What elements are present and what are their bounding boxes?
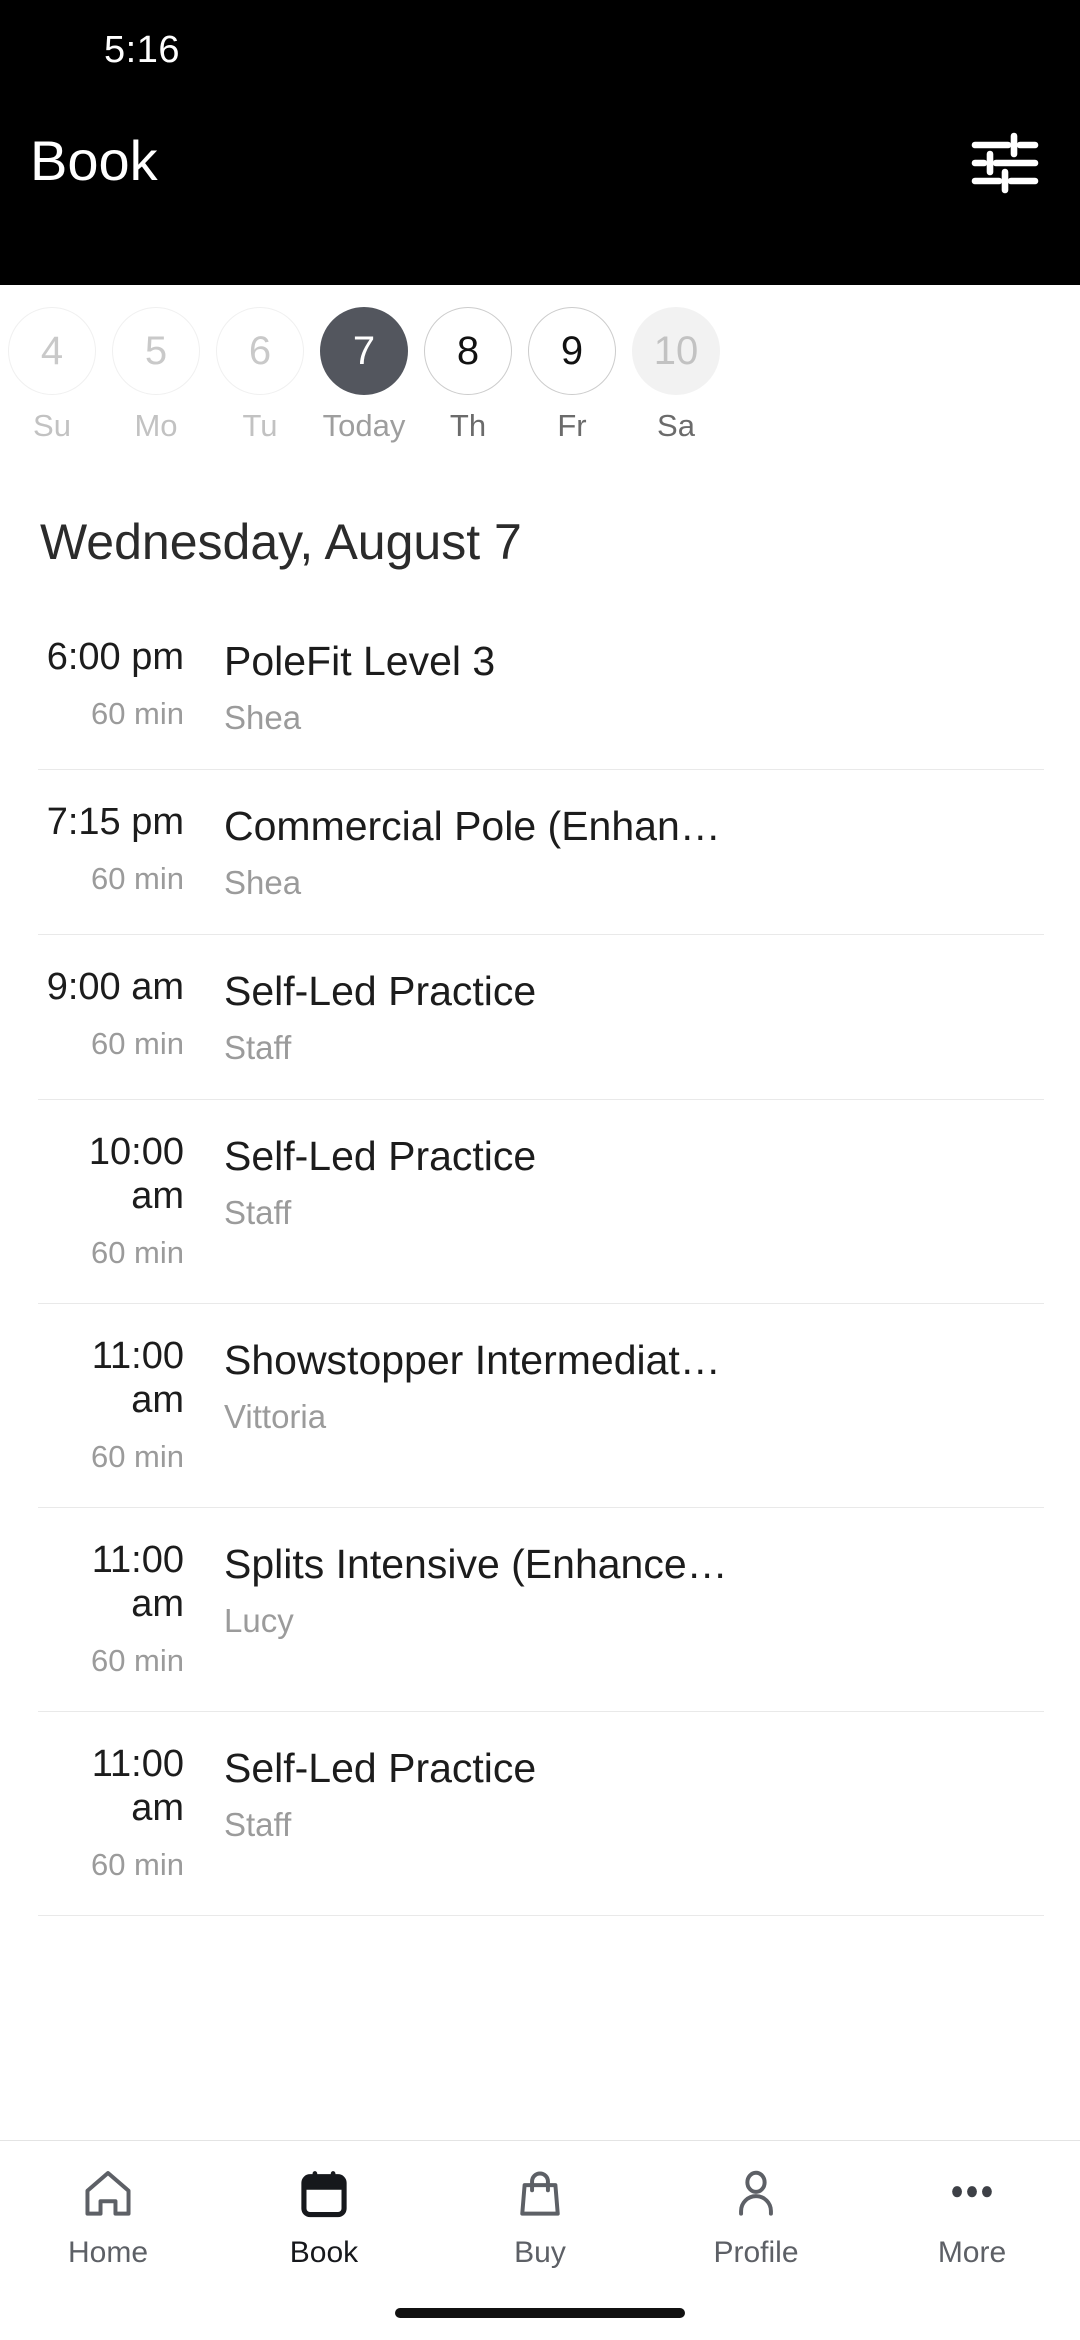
date-cell-6[interactable]: 6 Tu bbox=[208, 307, 312, 444]
class-duration: 60 min bbox=[90, 696, 184, 731]
class-info-column: Splits Intensive (Enhance… Lucy bbox=[224, 1538, 1044, 1640]
class-duration: 60 min bbox=[90, 1235, 184, 1270]
date-label-7: Today bbox=[322, 408, 406, 443]
class-info-column: Self-Led Practice Staff bbox=[224, 1130, 1044, 1232]
date-selector-strip[interactable]: 4 Su 5 Mo 6 Tu 7 Today 8 Th 9 Fr 10 Sa bbox=[0, 285, 1080, 465]
class-duration: 60 min bbox=[90, 1439, 184, 1474]
class-instructor: Staff bbox=[224, 1806, 292, 1843]
class-info-column: Commercial Pole (Enhan… Shea bbox=[224, 800, 1044, 902]
class-schedule-list: 6:00 pm 60 min PoleFit Level 3 Shea 7:15 pm 6… bbox=[0, 605, 1080, 1916]
class-duration: 60 min bbox=[90, 1847, 184, 1882]
class-info-column: Self-Led Practice Staff bbox=[224, 1742, 1044, 1844]
class-time-column: 11:00 am 60 min bbox=[38, 1538, 224, 1679]
nav-label-more: More bbox=[937, 2236, 1007, 2269]
selected-day-heading: Wednesday, August 7 bbox=[40, 514, 522, 570]
home-icon bbox=[80, 2163, 136, 2225]
class-name: Self-Led Practice bbox=[224, 1745, 537, 1791]
class-name: Showstopper Intermediat… bbox=[224, 1337, 721, 1383]
page-title: Book bbox=[30, 129, 158, 192]
class-info-column: Showstopper Intermediat… Vittoria bbox=[224, 1334, 1044, 1436]
date-label-6: Tu bbox=[242, 408, 278, 443]
class-row[interactable]: 10:00 am 60 min Self-Led Practice Staff bbox=[38, 1100, 1044, 1304]
date-cell-10[interactable]: 10 Sa bbox=[624, 307, 728, 444]
person-icon bbox=[728, 2163, 784, 2225]
class-time-column: 11:00 am 60 min bbox=[38, 1742, 224, 1883]
date-circle-4[interactable]: 4 bbox=[8, 307, 96, 395]
nav-item-profile[interactable]: Profile bbox=[648, 2163, 864, 2271]
class-row[interactable]: 11:00 am 60 min Self-Led Practice Staff bbox=[38, 1712, 1044, 1916]
nav-item-buy[interactable]: Buy bbox=[432, 2163, 648, 2271]
date-circle-8[interactable]: 8 bbox=[424, 307, 512, 395]
class-row[interactable]: 6:00 pm 60 min PoleFit Level 3 Shea bbox=[38, 605, 1044, 770]
class-name: Commercial Pole (Enhan… bbox=[224, 803, 721, 849]
class-instructor: Staff bbox=[224, 1029, 292, 1066]
class-instructor: Shea bbox=[224, 864, 302, 901]
date-label-9: Fr bbox=[557, 408, 587, 443]
class-start-time: 9:00 am bbox=[46, 966, 184, 1008]
date-circle-7[interactable]: 7 bbox=[320, 307, 408, 395]
class-info-column: PoleFit Level 3 Shea bbox=[224, 635, 1044, 737]
date-circle-9[interactable]: 9 bbox=[528, 307, 616, 395]
class-duration: 60 min bbox=[90, 1643, 184, 1678]
class-time-column: 7:15 pm 60 min bbox=[38, 800, 224, 897]
nav-label-profile: Profile bbox=[713, 2236, 799, 2269]
class-start-time: 10:00 am bbox=[88, 1131, 184, 1217]
class-row[interactable]: 11:00 am 60 min Splits Intensive (Enhance…… bbox=[38, 1508, 1044, 1712]
bag-icon bbox=[512, 2163, 568, 2225]
nav-label-home: Home bbox=[67, 2236, 149, 2269]
date-label-4: Su bbox=[33, 408, 71, 443]
class-start-time: 11:00 am bbox=[91, 1335, 184, 1421]
class-instructor: Shea bbox=[224, 699, 302, 736]
date-cell-9[interactable]: 9 Fr bbox=[520, 307, 624, 444]
class-row[interactable]: 11:00 am 60 min Showstopper Intermediat… Vi… bbox=[38, 1304, 1044, 1508]
date-cell-7[interactable]: 7 Today bbox=[312, 307, 416, 444]
class-instructor: Lucy bbox=[224, 1602, 294, 1639]
class-duration: 60 min bbox=[90, 861, 184, 896]
class-name: Self-Led Practice bbox=[224, 1133, 537, 1179]
nav-item-book[interactable]: Book bbox=[216, 2163, 432, 2271]
class-time-column: 6:00 pm 60 min bbox=[38, 635, 224, 732]
class-time-column: 11:00 am 60 min bbox=[38, 1334, 224, 1475]
class-name: PoleFit Level 3 bbox=[224, 638, 496, 684]
calendar-icon bbox=[296, 2163, 352, 2225]
class-name: Self-Led Practice bbox=[224, 968, 537, 1014]
sliders-filter-icon bbox=[968, 130, 1042, 196]
app-header: Book bbox=[0, 100, 1080, 285]
class-start-time: 11:00 am bbox=[91, 1743, 184, 1829]
class-row[interactable]: 9:00 am 60 min Self-Led Practice Staff bbox=[38, 935, 1044, 1100]
date-label-5: Mo bbox=[134, 408, 178, 443]
nav-item-home[interactable]: Home bbox=[0, 2163, 216, 2271]
date-cell-8[interactable]: 8 Th bbox=[416, 307, 520, 444]
ellipsis-icon bbox=[944, 2163, 1000, 2225]
class-time-column: 10:00 am 60 min bbox=[38, 1130, 224, 1271]
class-instructor: Staff bbox=[224, 1194, 292, 1231]
class-time-column: 9:00 am 60 min bbox=[38, 965, 224, 1062]
status-bar-clock: 5:16 bbox=[104, 29, 180, 71]
date-label-10: Sa bbox=[657, 408, 695, 443]
class-info-column: Self-Led Practice Staff bbox=[224, 965, 1044, 1067]
date-circle-6[interactable]: 6 bbox=[216, 307, 304, 395]
status-bar: 5:16 bbox=[0, 0, 1080, 100]
date-cell-4[interactable]: 4 Su bbox=[0, 307, 104, 444]
home-indicator bbox=[395, 2308, 685, 2318]
class-start-time: 6:00 pm bbox=[46, 636, 184, 678]
class-duration: 60 min bbox=[90, 1026, 184, 1061]
nav-label-book: Book bbox=[289, 2236, 359, 2269]
nav-label-buy: Buy bbox=[514, 2236, 566, 2269]
filter-settings-button[interactable] bbox=[968, 130, 1042, 196]
date-label-8: Th bbox=[449, 408, 487, 443]
date-circle-10[interactable]: 10 bbox=[632, 307, 720, 395]
class-row[interactable]: 7:15 pm 60 min Commercial Pole (Enhan… Shea bbox=[38, 770, 1044, 935]
date-circle-5[interactable]: 5 bbox=[112, 307, 200, 395]
class-instructor: Vittoria bbox=[224, 1398, 327, 1435]
nav-item-more[interactable]: More bbox=[864, 2163, 1080, 2271]
class-start-time: 11:00 am bbox=[91, 1539, 184, 1625]
date-cell-5[interactable]: 5 Mo bbox=[104, 307, 208, 444]
class-start-time: 7:15 pm bbox=[46, 801, 184, 843]
class-name: Splits Intensive (Enhance… bbox=[224, 1541, 728, 1587]
